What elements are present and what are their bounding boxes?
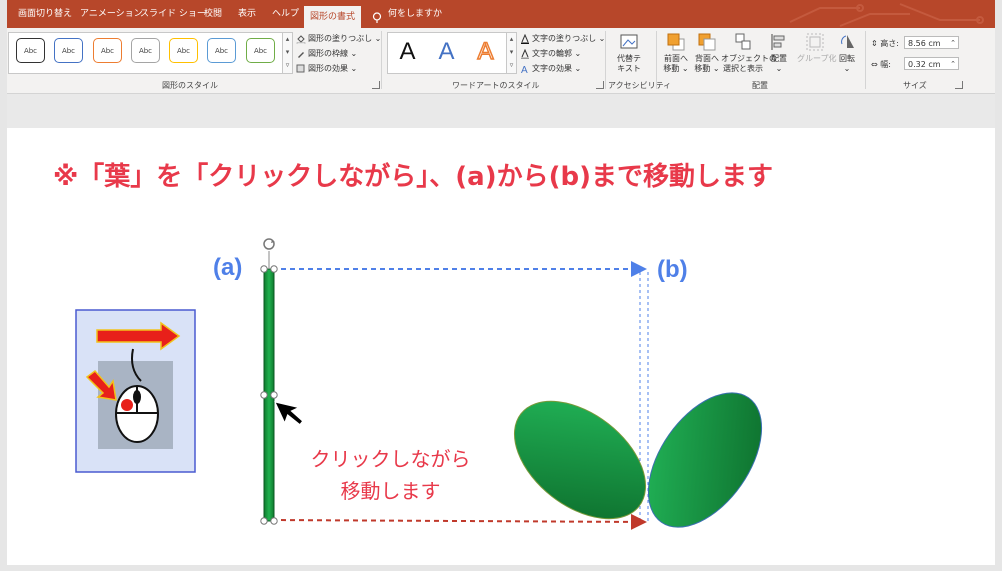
powerpoint-window: 画面切り替え アニメーション スライド ショー 校閲 表示 ヘルプ 図形の書式 … bbox=[0, 0, 1002, 571]
window-border bbox=[0, 0, 1002, 571]
